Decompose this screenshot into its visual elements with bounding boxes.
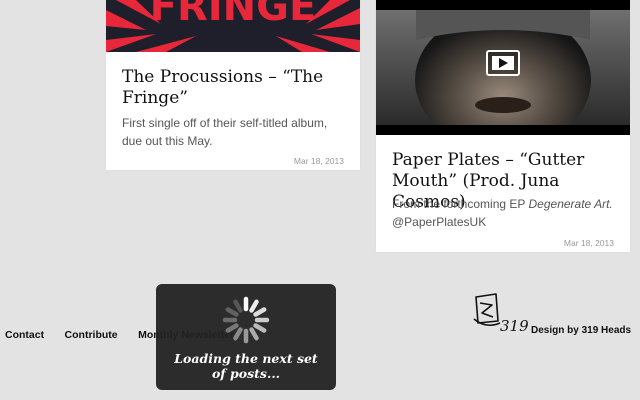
fringe-art-lettering: FRINGE xyxy=(150,0,317,30)
contact-link[interactable]: Contact xyxy=(5,329,44,341)
ep-title: Degenerate Art. xyxy=(528,197,613,211)
design-credit[interactable]: Design by 319 Heads xyxy=(531,325,631,336)
post-date: Mar 18, 2013 xyxy=(293,156,344,166)
post-excerpt: First single off of their self-titled al… xyxy=(122,116,328,148)
post-thumbnail-video[interactable] xyxy=(376,0,630,135)
contribute-link[interactable]: Contribute xyxy=(65,329,118,341)
play-button[interactable] xyxy=(486,50,520,76)
post-card-paper-plates[interactable]: Paper Plates – “Gutter Mouth” (Prod. Jun… xyxy=(376,0,630,252)
post-title[interactable]: The Procussions – “The Fringe” xyxy=(122,67,348,109)
excerpt-text: From the forthcoming EP xyxy=(392,197,529,211)
post-thumbnail-fringe[interactable]: FRINGE xyxy=(106,0,360,52)
loading-overlay: Loading the next set of posts... xyxy=(156,284,336,390)
post-card-procussions[interactable]: FRINGE The Procussions – “The Fringe” Fi… xyxy=(106,0,360,170)
twitter-handle[interactable]: @PaperPlatesUK xyxy=(392,215,486,229)
319-heads-logo[interactable]: 319 xyxy=(472,293,530,335)
logo-icon: 319 xyxy=(473,293,529,335)
post-excerpt: From the forthcoming EP Degenerate Art. @… xyxy=(392,195,618,231)
fringe-artwork: FRINGE xyxy=(106,0,360,52)
spinner-icon xyxy=(222,296,270,344)
loading-text: Loading the next set of posts... xyxy=(174,351,318,381)
post-date: Mar 18, 2013 xyxy=(563,238,614,248)
play-icon xyxy=(486,50,520,76)
logo-lettering: 319 xyxy=(500,317,529,335)
